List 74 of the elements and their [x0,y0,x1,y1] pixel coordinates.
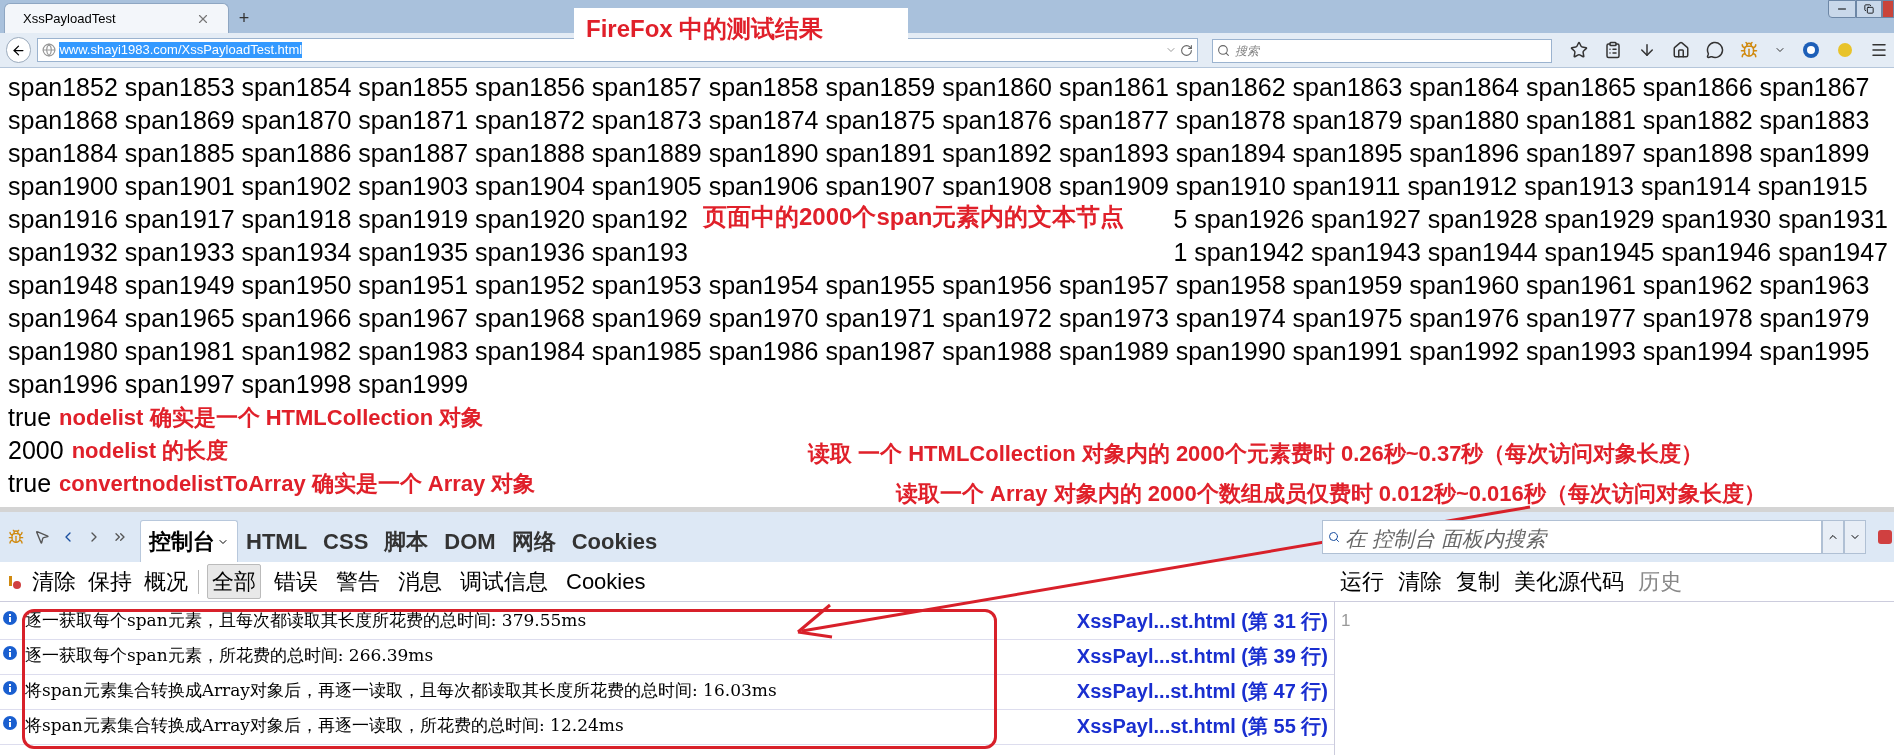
back-icon [11,42,27,58]
menu-icon[interactable] [1870,41,1888,59]
log-message: 逐一获取每个span元素，且每次都读取其长度所花费的总时间: 379.55ms [25,609,587,632]
result-value: true [8,468,52,499]
text-line: span1852 span1853 span1854 span1855 span1856 span1857 span1858 span1859 span1860 span1861 span1862 span1863 span1864 span1865 span1866 span1867 [8,72,1870,103]
annotation-text: nodelist 的长度 [71,437,229,465]
minimize-button[interactable] [1828,0,1856,18]
text-line: span1948 span1949 span1950 span1951 span1952 span1953 span1954 span1955 span1956 span1957 span1958 span1959 span1960 span1961 span1962 span1963 [8,270,1870,301]
chat-icon[interactable] [1706,41,1724,59]
result-value: true [8,402,52,433]
home-icon[interactable] [1672,41,1690,59]
source-link[interactable]: XssPayl...st.html (第 39 行) [1076,640,1328,672]
text-line: span1884 span1885 span1886 span1887 span1888 span1889 span1890 span1891 span1892 span1893 span1894 span1895 span1896 span1897 span1898 span1899 [8,138,1870,169]
info-icon [3,716,17,730]
annotation-text: convertnodelistToArray 确实是一个 Array 对象 [59,470,536,498]
new-tab-button[interactable]: + [229,3,259,33]
info-icon [3,681,17,695]
restore-button[interactable] [1856,0,1882,18]
filter-button[interactable]: 警告 [331,564,385,599]
annotation-text: 读取一个 Array 对象内的 2000个数组成员仅费时 0.012秒~0.016秒（每次访问对象长度） [896,480,1766,508]
text-line: 5 span1926 span1927 span1928 span1929 span1930 span1931 [1173,204,1888,235]
annotation-text: nodelist 确实是一个 HTMLCollection 对象 [59,404,484,432]
text-line: span1916 span1917 span1918 span1919 span1920 span192 [8,204,688,235]
browser-tab[interactable]: XssPayloadTest [4,3,229,33]
source-link[interactable]: XssPayl...st.html (第 47 行) [1076,675,1328,707]
log-message: 将span元素集合转换成Array对象后，再逐一读取，所花费的总时间: 12.24ms [25,714,624,737]
info-icon [3,611,17,625]
toolbar-button[interactable]: 保持 [86,565,134,598]
text-line: 1 span1942 span1943 span1944 span1945 span1946 span1947 [1173,237,1888,268]
toolbar-button[interactable]: 概况 [142,565,190,598]
clipboard-icon[interactable] [1604,41,1622,59]
pointer-icon[interactable] [34,529,50,545]
text-line: span1964 span1965 span1966 span1967 span1968 span1969 span1970 span1971 span1972 span1973 span1974 span1975 span1976 span1977 span1978 span1979 [8,303,1870,334]
filter-button[interactable]: 调试信息 [455,564,553,599]
panel-tab[interactable]: HTML [238,520,316,562]
info-icon [3,646,17,660]
log-message: 将span元素集合转换成Array对象后，再逐一读取，且每次都读取其长度所花费的总时间: 16.03ms [25,679,777,702]
source-link[interactable]: XssPayl...st.html (第 55 行) [1076,710,1328,742]
panel-tab[interactable]: DOM [436,520,504,562]
filter-button[interactable]: Cookies [561,564,651,599]
text-line: span1996 span1997 span1998 span1999 [8,369,469,400]
source-link[interactable]: XssPayl...st.html (第 31 行) [1076,605,1328,637]
panel-tab[interactable]: CSS [315,520,377,562]
filter-button[interactable]: 全部 [207,564,261,599]
toolbar-button[interactable]: 清除 [30,565,78,598]
text-line: span1980 span1981 span1982 span1983 span1984 span1985 span1986 span1987 span1988 span1989 span1990 span1991 span1992 span1993 span1994 span1995 [8,336,1870,367]
editor-button[interactable]: 运行 [1340,565,1384,598]
text-line: span1868 span1869 span1870 span1871 span1872 span1873 span1874 span1875 span1876 span1877 span1878 span1879 span1880 span1881 span1882 span1883 [8,105,1870,136]
editor-button[interactable]: 清除 [1398,565,1442,598]
annotation-text: 读取 一个 HTMLCollection 对象内的 2000个元素费时 0.26秒~0.37秒（每次访问对象长度） [808,440,1704,468]
star-icon[interactable] [1570,41,1588,59]
reload-icon[interactable] [1180,43,1193,57]
panel-tab[interactable]: 脚本 [376,520,437,562]
filter-button[interactable]: 错误 [269,564,323,599]
restore-icon [1864,4,1874,14]
panel-tab[interactable]: 网络 [503,520,564,562]
panel-tab[interactable]: Cookies [563,520,666,562]
globe-icon [42,43,57,57]
download-icon[interactable] [1638,41,1656,59]
back-button[interactable] [6,37,32,63]
search-icon [1217,43,1230,57]
log-message: 逐一获取每个span元素，所花费的总时间: 266.39ms [25,644,434,667]
editor-button[interactable]: 美化源代码 [1514,565,1624,598]
editor-button[interactable]: 复制 [1456,565,1500,598]
panel-tab[interactable]: 控制台 [140,520,238,562]
circle-icon[interactable] [1802,41,1820,59]
result-value: 2000 [8,435,64,466]
filter-button[interactable]: 消息 [393,564,447,599]
line-number: 1 [1341,611,1351,630]
search-icon [1328,531,1340,543]
console-search-field[interactable]: 在 控制台 面板内搜索 [1322,520,1822,554]
pause-icon[interactable] [8,573,22,590]
search-field[interactable]: 搜索 [1212,38,1552,63]
text-line: span1932 span1933 span1934 span1935 span1936 span193 [8,237,688,268]
